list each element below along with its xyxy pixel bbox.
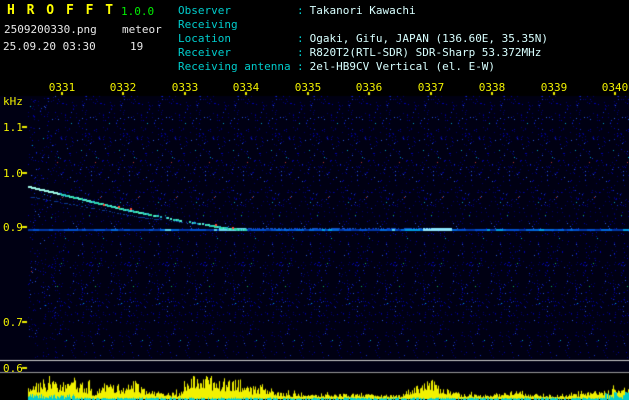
app-version: 1.0.0 [121, 5, 155, 18]
time-tick-label: 0332 [109, 81, 137, 94]
info-row: Receiving Location: Ogaki, Gifu, JAPAN (1… [178, 18, 548, 46]
info-value: R820T2(RTL-SDR) SDR-Sharp 53.372MHz [309, 46, 542, 59]
time-tick-label: 0335 [294, 81, 322, 94]
info-separator: : [297, 32, 304, 45]
info-label: Observer [178, 4, 231, 17]
info-label: Receiver [178, 46, 231, 59]
info-separator: : [297, 60, 304, 73]
time-tick-label: 0340 [601, 81, 629, 94]
time-tick-label: 0333 [171, 81, 199, 94]
freq-tick-label: 0.6 [3, 362, 23, 375]
info-separator: : [297, 4, 304, 17]
time-tick-label: 0338 [478, 81, 506, 94]
time-tick-label: 0339 [540, 81, 568, 94]
time-tick-label: 0331 [48, 81, 76, 94]
mode-label: meteor [122, 23, 162, 36]
time-tick-label: 0334 [232, 81, 260, 94]
app-title: H R O F F T [7, 3, 116, 18]
header-info: Observer: Takanori Kawachi Receiving Loca… [178, 4, 548, 74]
echo-count-label: 19 [130, 40, 144, 53]
time-tick-label: 0336 [355, 81, 383, 94]
freq-axis-unit: kHz [3, 95, 23, 108]
info-value: Takanori Kawachi [309, 4, 416, 17]
freq-tick-label: 0.9 [3, 221, 23, 234]
info-row: Observer: Takanori Kawachi [178, 4, 548, 18]
freq-tick-label: 1.0 [3, 167, 23, 180]
filename-label: 2509200330.png [4, 23, 97, 36]
info-row: Receiving antenna:2el-HB9CV Vertical (el… [178, 60, 548, 74]
info-value: Ogaki, Gifu, JAPAN (136.60E, 35.35N) [309, 32, 549, 45]
freq-tick-label: 1.1 [3, 121, 23, 134]
datetime-label: 25.09.20 03:30 [3, 40, 96, 53]
info-value: 2el-HB9CV Vertical (el. E-W) [309, 60, 496, 73]
hrofft-screen: H R O F F T 1.0.0 2509200330.png meteor … [0, 0, 629, 400]
info-separator: : [297, 46, 304, 59]
info-row: Receiver: R820T2(RTL-SDR) SDR-Sharp 53.37… [178, 46, 548, 60]
freq-tick-label: 0.7 [3, 316, 23, 329]
info-label: Receiving antenna [178, 60, 291, 73]
time-tick-label: 0337 [417, 81, 445, 94]
info-label: Receiving Location [178, 18, 238, 45]
